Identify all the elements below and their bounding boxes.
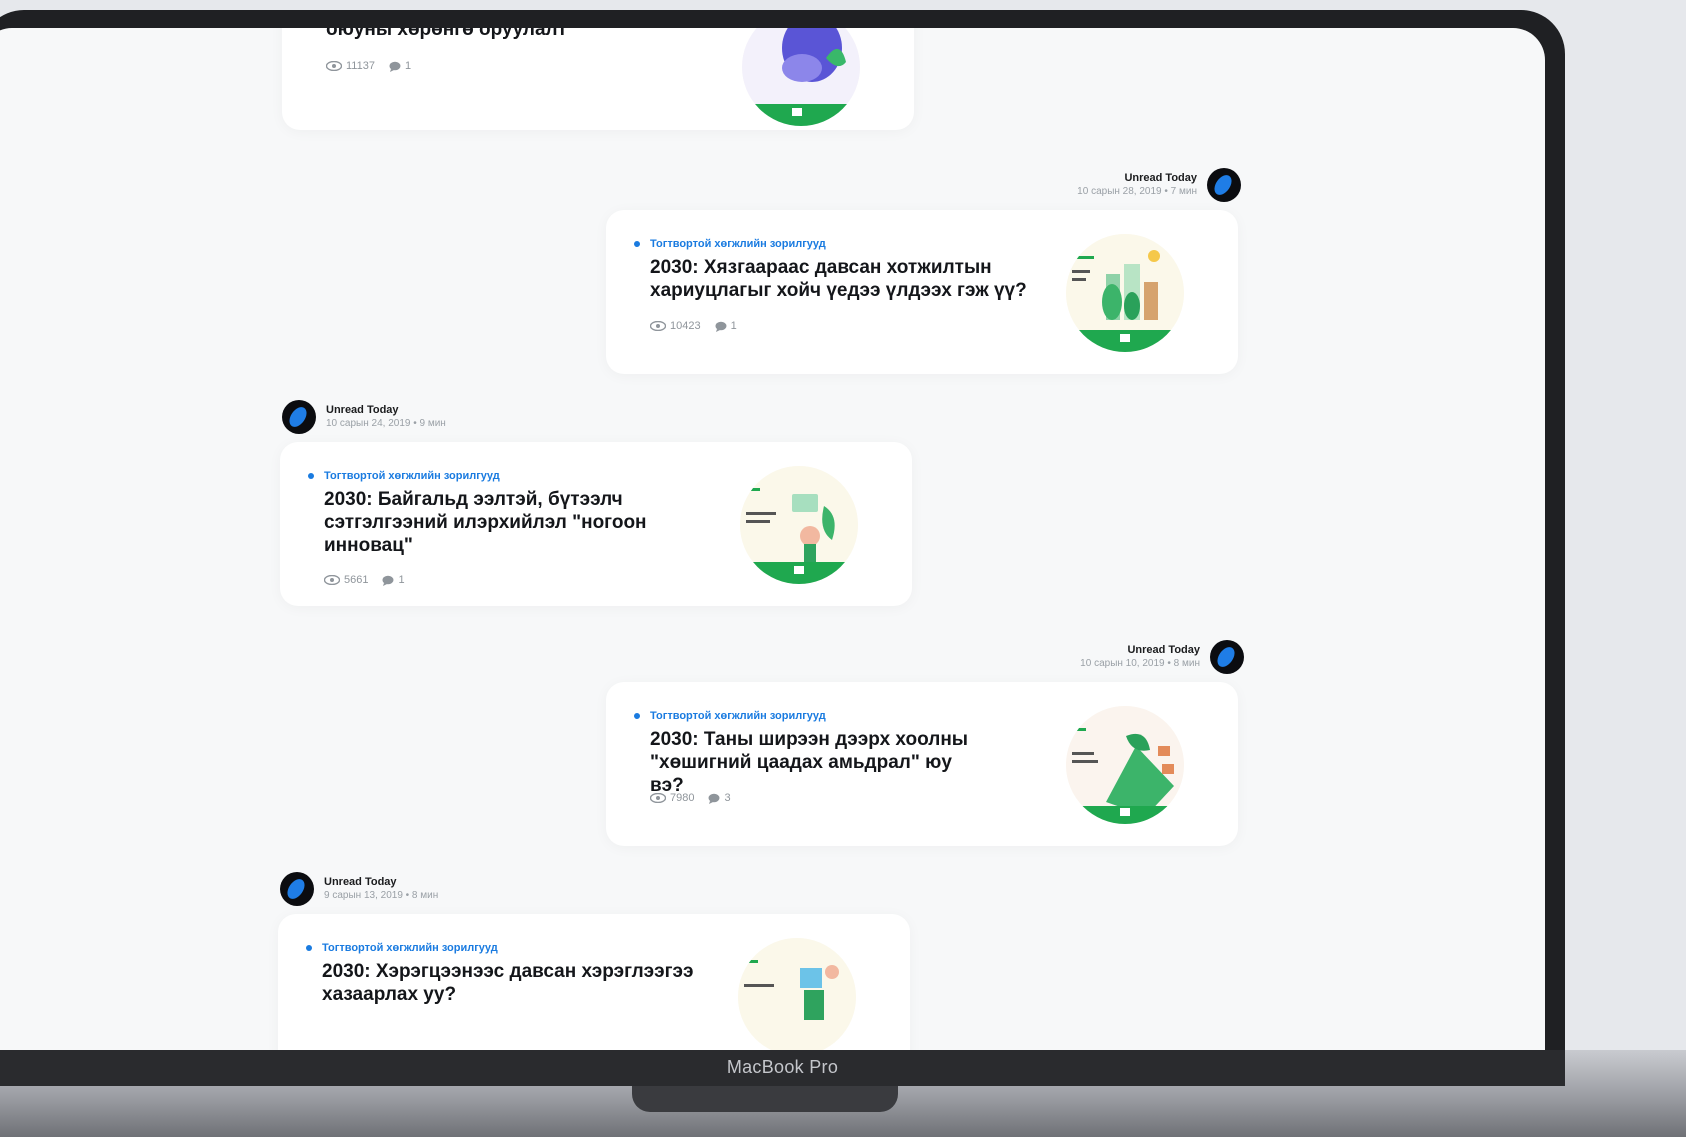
topic-dot [634,241,640,247]
topic-dot [308,473,314,479]
author-name[interactable]: Unread Today [1080,643,1200,657]
comment-icon [382,575,394,586]
laptop-screen: оюуны хөрөнгө оруулалт 11137 1 Unread To… [0,28,1545,1060]
article-title[interactable]: 2030: Байгальд ээлтэй, бүтээлч сэтгэлгээ… [324,488,654,557]
views-count: 5661 [344,574,369,586]
author-avatar[interactable] [1210,640,1244,674]
author-name[interactable]: Unread Today [324,875,438,889]
post-meta: 10 сарын 28, 2019 • 7 мин [1077,186,1197,197]
comment-icon [715,321,727,332]
author-block[interactable]: Unread Today 10 сарын 10, 2019 • 8 мин [1080,640,1244,674]
article-thumbnail[interactable] [742,28,860,126]
article-title[interactable]: 2030: Таны ширээн дээрх хоолны "хөшигний… [650,728,990,797]
author-avatar[interactable] [282,400,316,434]
comments-count: 1 [404,60,412,72]
topic-tag[interactable]: Тогтвортой хөгжлийн зорилгууд [308,470,500,482]
post-meta: 9 сарын 13, 2019 • 8 мин [324,890,439,901]
author-avatar[interactable] [1207,168,1241,202]
comments-count: 1 [398,574,405,586]
laptop-notch [632,1086,898,1112]
article-card[interactable]: Тогтвортой хөгжлийн зорилгууд 2030: Таны… [606,682,1238,846]
comment-icon [708,793,720,804]
topic-dot [306,945,312,951]
article-stats: 7980 3 [650,792,731,804]
post-meta: 10 сарын 24, 2019 • 9 мин [326,418,446,429]
device-label: MacBook Pro [726,1057,839,1077]
topic-tag[interactable]: Тогтвортой хөгжлийн зорилгууд [634,238,826,250]
author-name[interactable]: Unread Today [1077,171,1197,185]
topic-tag[interactable]: Тогтвортой хөгжлийн зорилгууд [306,942,498,954]
laptop-bezel: оюуны хөрөнгө оруулалт 11137 1 Unread To… [0,10,1565,1120]
article-thumbnail[interactable] [740,466,858,584]
eye-icon [326,61,342,71]
comments-count: 1 [730,320,737,332]
article-card[interactable]: Тогтвортой хөгжлийн зорилгууд 2030: Хязг… [606,210,1238,374]
author-block[interactable]: Unread Today 10 сарын 28, 2019 • 7 мин [1077,168,1241,202]
article-thumbnail[interactable] [1066,706,1184,824]
article-stats: 10423 1 [650,320,737,332]
article-card[interactable]: Тогтвортой хөгжлийн зорилгууд 2030: Байг… [280,442,912,606]
author-block[interactable]: Unread Today 9 сарын 13, 2019 • 8 мин [280,872,438,906]
post-meta: 10 сарын 10, 2019 • 8 мин [1080,658,1200,669]
comment-icon [389,61,401,72]
views-count: 11137 [346,60,375,72]
article-card[interactable]: оюуны хөрөнгө оруулалт 11137 1 [282,28,914,130]
stage: оюуны хөрөнгө оруулалт 11137 1 Unread To… [0,0,1686,1137]
article-card[interactable]: Тогтвортой хөгжлийн зорилгууд 2030: Хэрэ… [278,914,910,1060]
views-count: 10423 [670,320,701,332]
article-title[interactable]: 2030: Хэрэгцээнээс давсан хэрэглээгээ ха… [322,960,702,1006]
topic-tag[interactable]: Тогтвортой хөгжлийн зорилгууд [634,710,826,722]
author-block[interactable]: Unread Today 10 сарын 24, 2019 • 9 мин [282,400,446,434]
article-stats: 5661 1 [324,574,405,586]
eye-icon [650,321,666,331]
article-stats: 11137 1 [326,60,411,72]
comments-count: 3 [724,792,731,804]
eye-icon [324,575,340,585]
article-title[interactable]: 2030: Хязгаараас давсан хотжилтын хариуц… [650,256,1050,302]
article-title[interactable]: оюуны хөрөнгө оруулалт [326,28,726,41]
article-thumbnail[interactable] [738,938,856,1056]
article-thumbnail[interactable] [1066,234,1184,352]
views-count: 7980 [670,792,695,804]
author-name[interactable]: Unread Today [326,403,446,417]
eye-icon [650,793,666,803]
topic-dot [634,713,640,719]
author-avatar[interactable] [280,872,314,906]
